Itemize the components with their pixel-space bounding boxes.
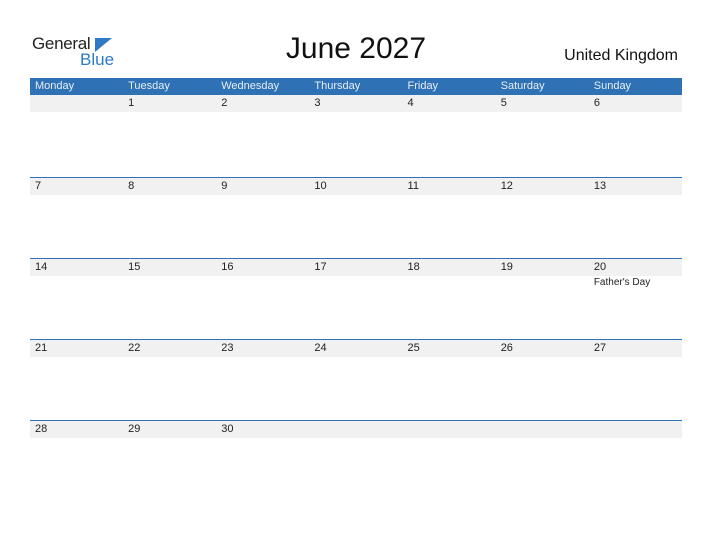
day-cell[interactable]: 14 — [30, 259, 123, 339]
day-number: 28 — [35, 423, 48, 435]
day-cell[interactable]: 26 — [496, 340, 589, 420]
day-cell[interactable]: 22 — [123, 340, 216, 420]
day-cell[interactable]: 15 — [123, 259, 216, 339]
day-number: 12 — [500, 180, 513, 192]
day-cell[interactable]: 12 — [496, 178, 589, 258]
day-cell[interactable]: 27 — [589, 340, 682, 420]
day-cell[interactable]: 28 — [30, 421, 123, 501]
day-number: 24 — [314, 342, 327, 354]
day-number: 26 — [500, 342, 513, 354]
day-cell[interactable]: 25 — [403, 340, 496, 420]
day-number: 7 — [35, 180, 42, 192]
weekday-saturday: Saturday — [500, 80, 545, 92]
week-row: 28 29 30 — [30, 420, 682, 502]
day-cell[interactable]: 7 — [30, 178, 123, 258]
day-cell[interactable]: 2 — [216, 95, 309, 175]
day-cell[interactable]: 30 — [216, 421, 309, 501]
day-cell[interactable]: 13 — [589, 178, 682, 258]
day-cell — [496, 421, 589, 501]
day-cell[interactable]: 16 — [216, 259, 309, 339]
day-number: 6 — [593, 97, 600, 109]
week-row: 14 15 16 17 18 19 20 Father's Day — [30, 258, 682, 340]
day-cell — [309, 421, 402, 501]
day-cell[interactable]: 24 — [309, 340, 402, 420]
day-cell[interactable]: 6 — [589, 95, 682, 175]
weekday-header: Monday Tuesday Wednesday Thursday Friday… — [30, 78, 682, 95]
day-number: 23 — [221, 342, 234, 354]
day-number: 29 — [128, 423, 141, 435]
day-cell[interactable]: 19 — [496, 259, 589, 339]
day-number: 17 — [314, 261, 327, 273]
day-number: 15 — [128, 261, 141, 273]
weekday-friday: Friday — [407, 80, 439, 92]
holiday-event: Father's Day — [593, 277, 651, 288]
weekday-monday: Monday — [35, 80, 75, 92]
day-number: 10 — [314, 180, 327, 192]
day-number: 11 — [407, 180, 419, 192]
day-number: 25 — [407, 342, 420, 354]
weekday-wednesday: Wednesday — [221, 80, 280, 92]
day-number: 18 — [407, 261, 420, 273]
day-cell — [403, 421, 496, 501]
day-number: 2 — [221, 97, 228, 109]
weekday-thursday: Thursday — [314, 80, 361, 92]
day-cell[interactable]: 29 — [123, 421, 216, 501]
day-cell[interactable]: 23 — [216, 340, 309, 420]
day-number: 4 — [407, 97, 414, 109]
day-cell — [589, 421, 682, 501]
country-label: United Kingdom — [564, 47, 678, 64]
day-cell[interactable]: 18 — [403, 259, 496, 339]
day-number: 19 — [500, 261, 513, 273]
day-cell[interactable]: 3 — [309, 95, 402, 175]
day-cell[interactable]: 17 — [309, 259, 402, 339]
day-number: 13 — [593, 180, 607, 192]
day-number: 22 — [128, 342, 141, 354]
week-row: 7 8 9 10 11 12 13 — [30, 177, 682, 259]
day-cell[interactable]: 8 — [123, 178, 216, 258]
day-cell[interactable]: 1 — [123, 95, 216, 175]
day-cell[interactable]: 5 — [496, 95, 589, 175]
week-row: 21 22 23 24 25 26 27 — [30, 339, 682, 421]
day-cell[interactable]: 20 Father's Day — [589, 259, 682, 339]
week-row: 1 2 3 4 5 6 — [30, 95, 682, 176]
day-cell — [30, 95, 123, 175]
day-cell[interactable]: 21 — [30, 340, 123, 420]
day-number: 5 — [500, 97, 507, 109]
day-cell[interactable]: 10 — [309, 178, 402, 258]
day-cell[interactable]: 11 — [403, 178, 496, 258]
day-number: 21 — [35, 342, 48, 354]
day-number: 1 — [128, 97, 135, 109]
day-number: 27 — [593, 342, 607, 354]
day-number: 9 — [221, 180, 228, 192]
day-number: 3 — [314, 97, 321, 109]
day-number: 8 — [128, 180, 135, 192]
weekday-tuesday: Tuesday — [128, 80, 170, 92]
day-cell[interactable]: 9 — [216, 178, 309, 258]
day-number: 14 — [35, 261, 48, 273]
day-number: 20 — [593, 261, 607, 273]
weekday-sunday: Sunday — [593, 80, 632, 92]
day-number: 16 — [221, 261, 234, 273]
day-number: 30 — [221, 423, 234, 435]
day-cell[interactable]: 4 — [403, 95, 496, 175]
